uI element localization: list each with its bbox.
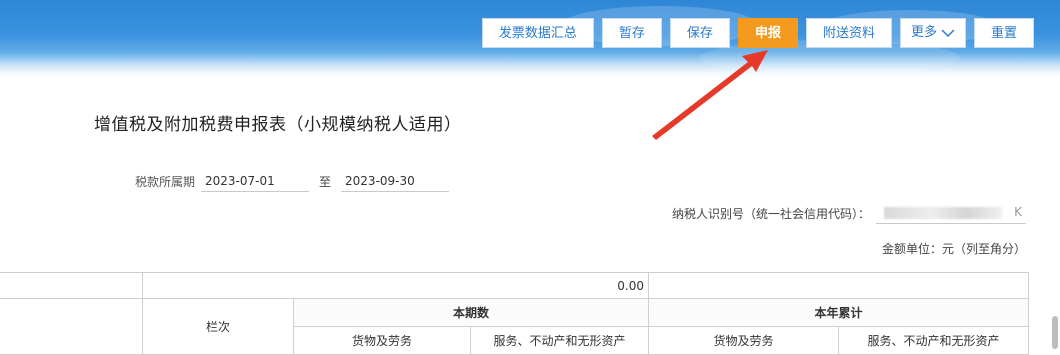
taxid-label: 纳税人识别号（统一社会信用代码）： (671, 207, 870, 221)
table-cell (0, 298, 143, 355)
table-row: 栏次 本期数 本年累计 (0, 298, 1029, 355)
table-cell (648, 272, 1029, 299)
goods-services-header: 货物及劳务 (293, 326, 471, 355)
amount-unit: 金额单位：元（列至角分） (881, 242, 1026, 256)
services-assets-ytd-header: 服务、不动产和无形资产 (838, 326, 1029, 355)
year-to-date-header: 本年累计 (648, 298, 1029, 327)
declaration-table: 0.00 栏次 本期数 本年累计 货物及劳务 服务、不动产和无形资产 货物及劳务… (0, 272, 1029, 355)
current-period-header: 本期数 (293, 298, 649, 327)
temp-save-button[interactable]: 暂存 (601, 18, 662, 48)
services-assets-header: 服务、不动产和无形资产 (470, 326, 649, 355)
more-label: 更多 (910, 25, 937, 40)
attach-documents-button[interactable]: 附送资料 (805, 18, 892, 48)
table-cell (0, 272, 143, 299)
chevron-down-icon (941, 29, 955, 38)
period-to-input[interactable]: 2023-09-30 (341, 171, 450, 192)
taxid-redaction (884, 207, 1002, 219)
form-title: 增值税及附加税费申报表（小规模纳税人适用） (94, 115, 462, 135)
period-label: 税款所属期 (135, 175, 196, 189)
goods-services-ytd-header: 货物及劳务 (648, 326, 839, 355)
period-from-input[interactable]: 2023-07-01 (201, 171, 310, 192)
period-separator: 至 (319, 175, 332, 189)
taxid-value-masked: K (876, 203, 1026, 224)
declare-button[interactable]: 申报 (737, 18, 798, 48)
more-dropdown-button[interactable]: 更多 (899, 18, 966, 48)
table-row: 0.00 (0, 272, 1029, 299)
column-label-cell: 栏次 (142, 298, 294, 355)
value-cell[interactable]: 0.00 (143, 279, 648, 293)
reset-button[interactable]: 重置 (973, 18, 1034, 48)
vertical-scrollbar[interactable] (1052, 316, 1058, 349)
taxid-tail: K (1014, 205, 1022, 219)
tax-period: 税款所属期 2023-07-01 至 2023-09-30 (135, 171, 450, 192)
banner-fade (0, 52, 1060, 78)
invoice-summary-button[interactable]: 发票数据汇总 (481, 18, 594, 48)
save-button[interactable]: 保存 (669, 18, 730, 48)
table-cell: 0.00 (142, 272, 649, 299)
taxpayer-id: 纳税人识别号（统一社会信用代码）： K (672, 203, 1026, 224)
action-toolbar: 发票数据汇总 暂存 保存 申报 附送资料 更多 重置 (481, 18, 1034, 48)
